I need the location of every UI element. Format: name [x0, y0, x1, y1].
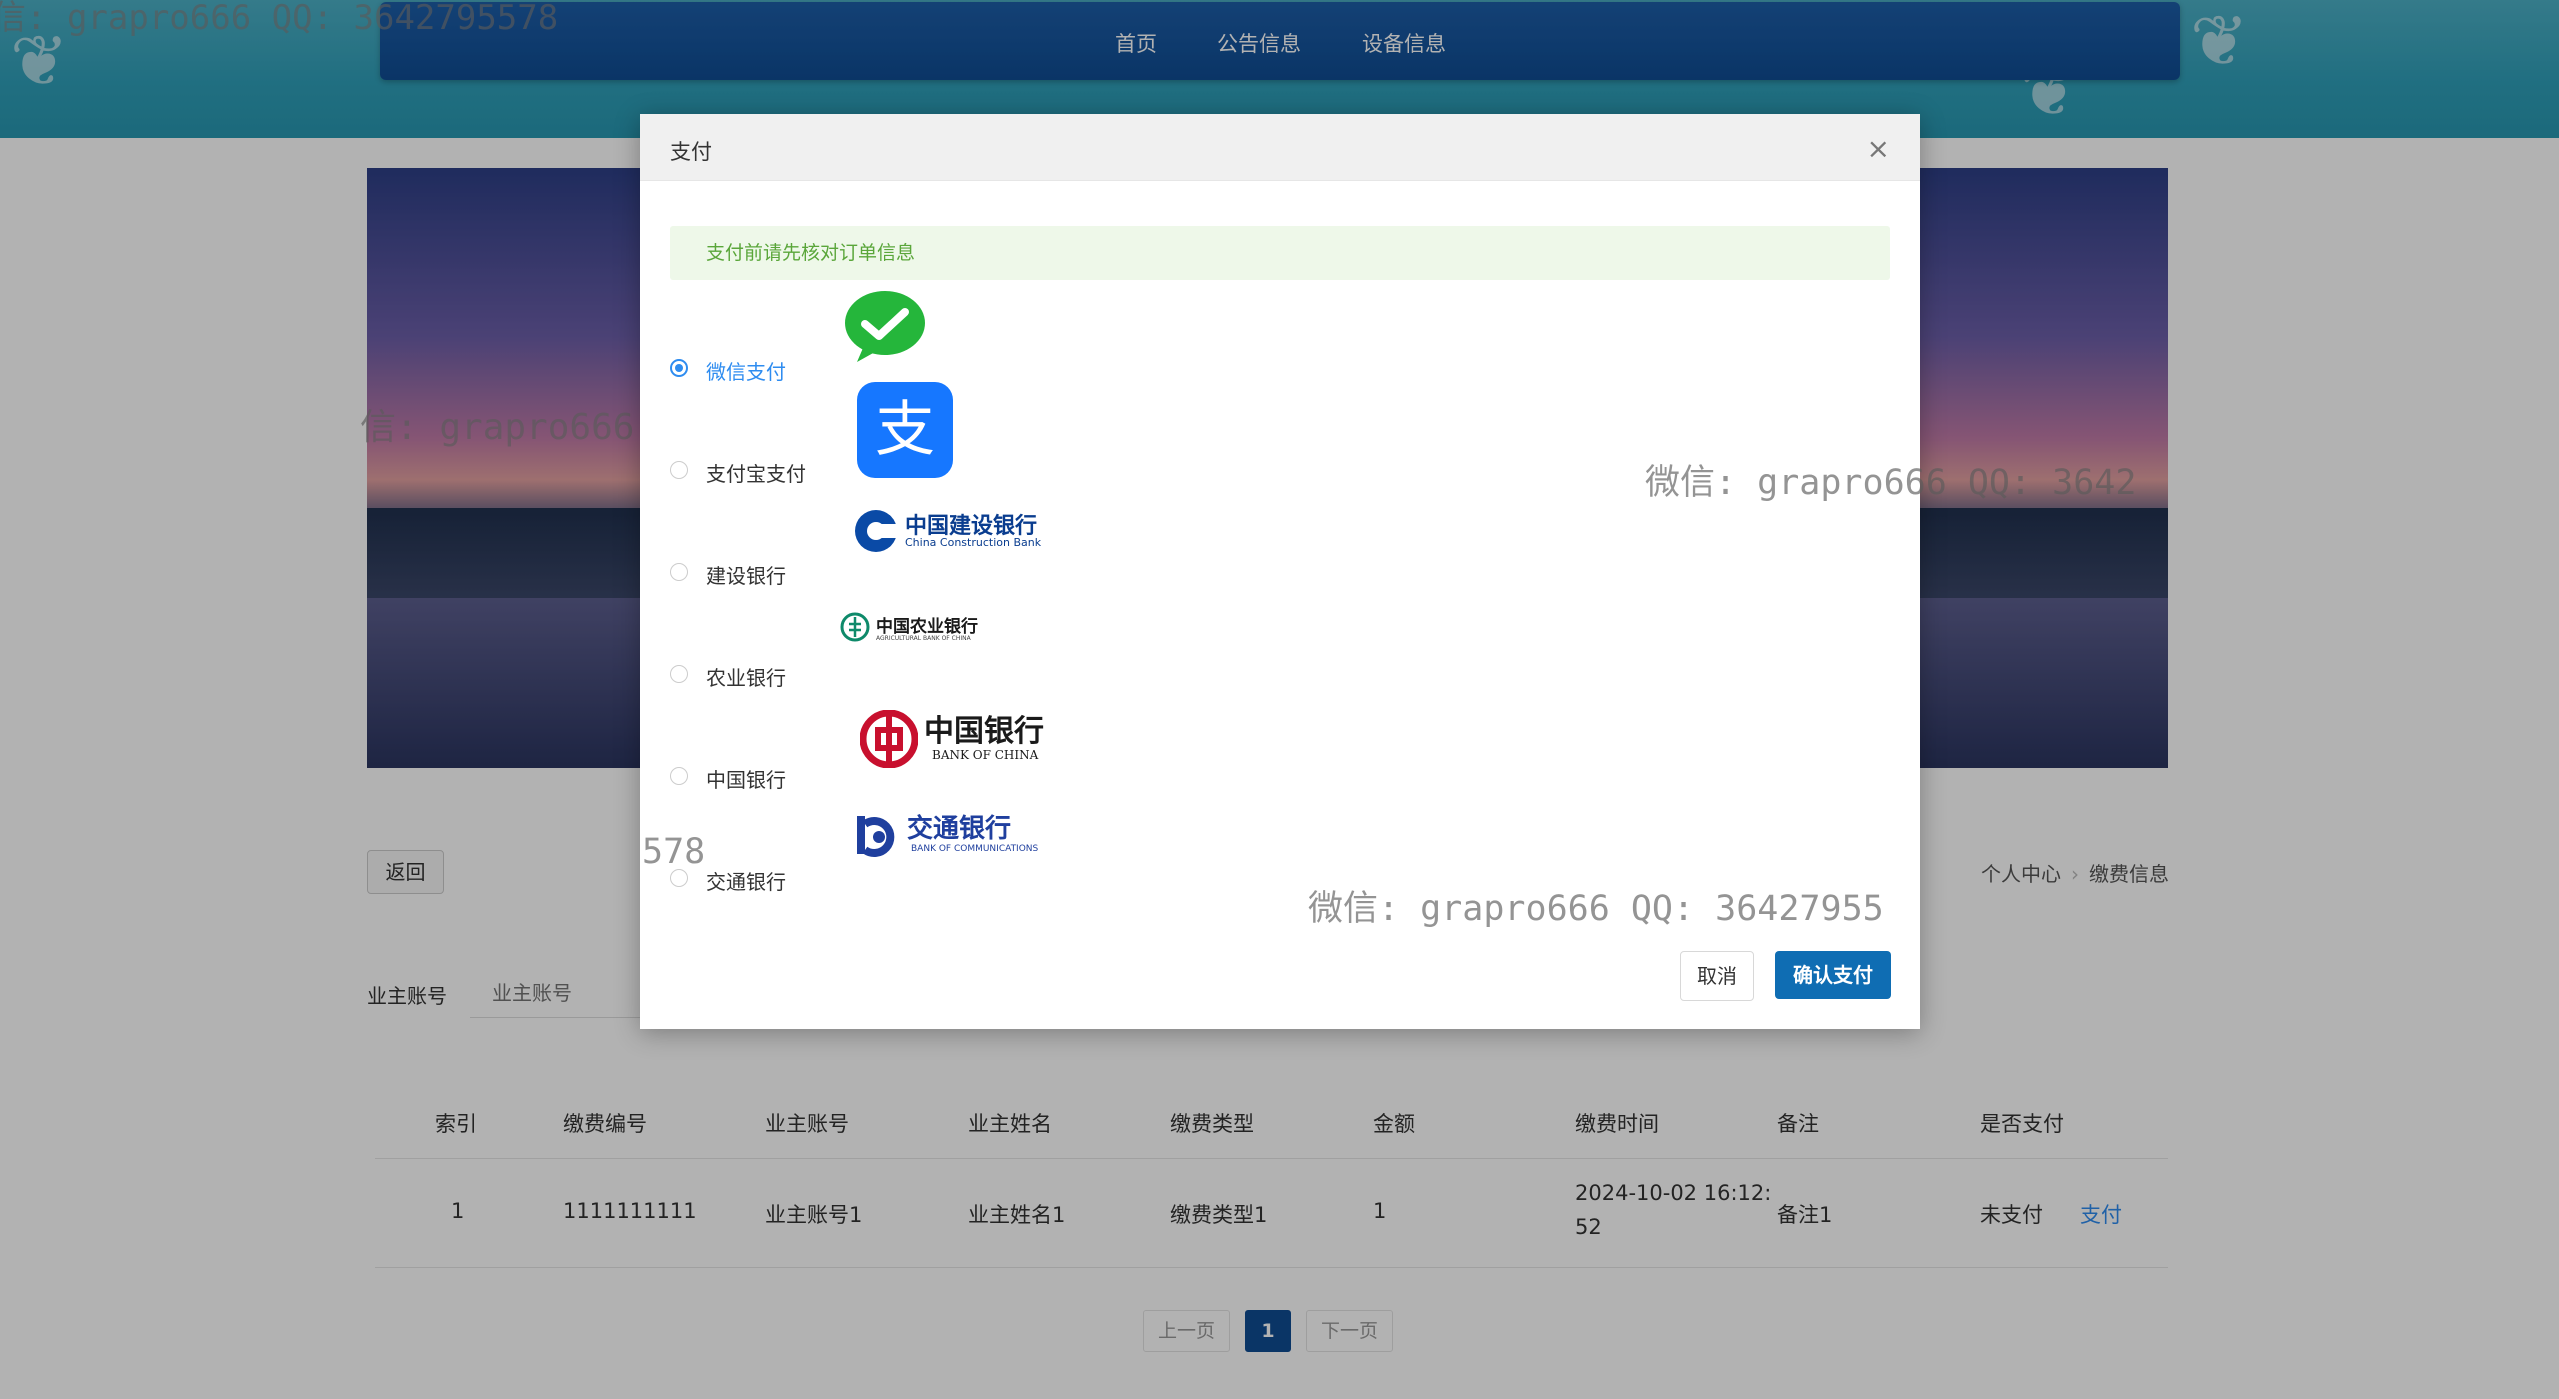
payment-option-label: 支付宝支付 [706, 462, 806, 486]
ccb-logo-en: China Construction Bank [905, 536, 1042, 549]
svg-text:支: 支 [875, 395, 935, 465]
abc-logo-en: AGRICULTURAL BANK OF CHINA [876, 635, 971, 642]
wechat-logo [845, 291, 925, 362]
payment-option-label: 交通银行 [706, 870, 786, 894]
radio-selected-icon[interactable] [670, 359, 688, 377]
close-icon[interactable]: × [1867, 132, 1890, 165]
watermark: 信: grapro666 QQ: 3642795578 [0, 0, 559, 38]
payment-option-label: 中国银行 [706, 768, 786, 792]
confirm-pay-button[interactable]: 确认支付 [1775, 951, 1891, 999]
watermark: 微信: grapro666 QQ: 3642 [1645, 463, 2137, 503]
radio-icon[interactable] [670, 461, 688, 479]
radio-icon[interactable] [670, 563, 688, 581]
abc-logo: 中国农业银行 AGRICULTURAL BANK OF CHINA [840, 610, 1040, 650]
boc-logo-en: BANK OF CHINA [932, 748, 1039, 762]
payment-option-label: 建设银行 [706, 564, 786, 588]
bocom-logo-cn: 交通银行 [907, 814, 1012, 844]
bocom-logo: 交通银行 BANK OF COMMUNICATIONS [855, 806, 1085, 866]
order-check-alert: 支付前请先核对订单信息 [670, 226, 1890, 280]
payment-option-label: 农业银行 [706, 666, 786, 690]
ccb-logo: 中国建设银行 China Construction Bank [853, 504, 1083, 560]
payment-option-label: 微信支付 [706, 360, 786, 384]
watermark: 578 [642, 832, 706, 872]
dialog-header: 支付 × [640, 114, 1920, 181]
watermark: 微信: grapro666 QQ: 36427955 [1308, 889, 1884, 929]
boc-logo-cn: 中国银行 [924, 714, 1044, 749]
boc-logo: 中国银行 BANK OF CHINA [860, 704, 1080, 774]
radio-icon[interactable] [670, 767, 688, 785]
radio-icon[interactable] [670, 665, 688, 683]
bocom-logo-en: BANK OF COMMUNICATIONS [911, 844, 1039, 854]
payment-dialog: 支付 × 支付前请先核对订单信息 微信支付 支付宝支付 建设银行 农业银行 中国… [640, 114, 2136, 1029]
abc-logo-cn: 中国农业银行 [876, 617, 978, 637]
alipay-logo: 支 [857, 382, 953, 478]
cancel-button[interactable]: 取消 [1680, 951, 1754, 1001]
dialog-title: 支付 [670, 140, 712, 164]
